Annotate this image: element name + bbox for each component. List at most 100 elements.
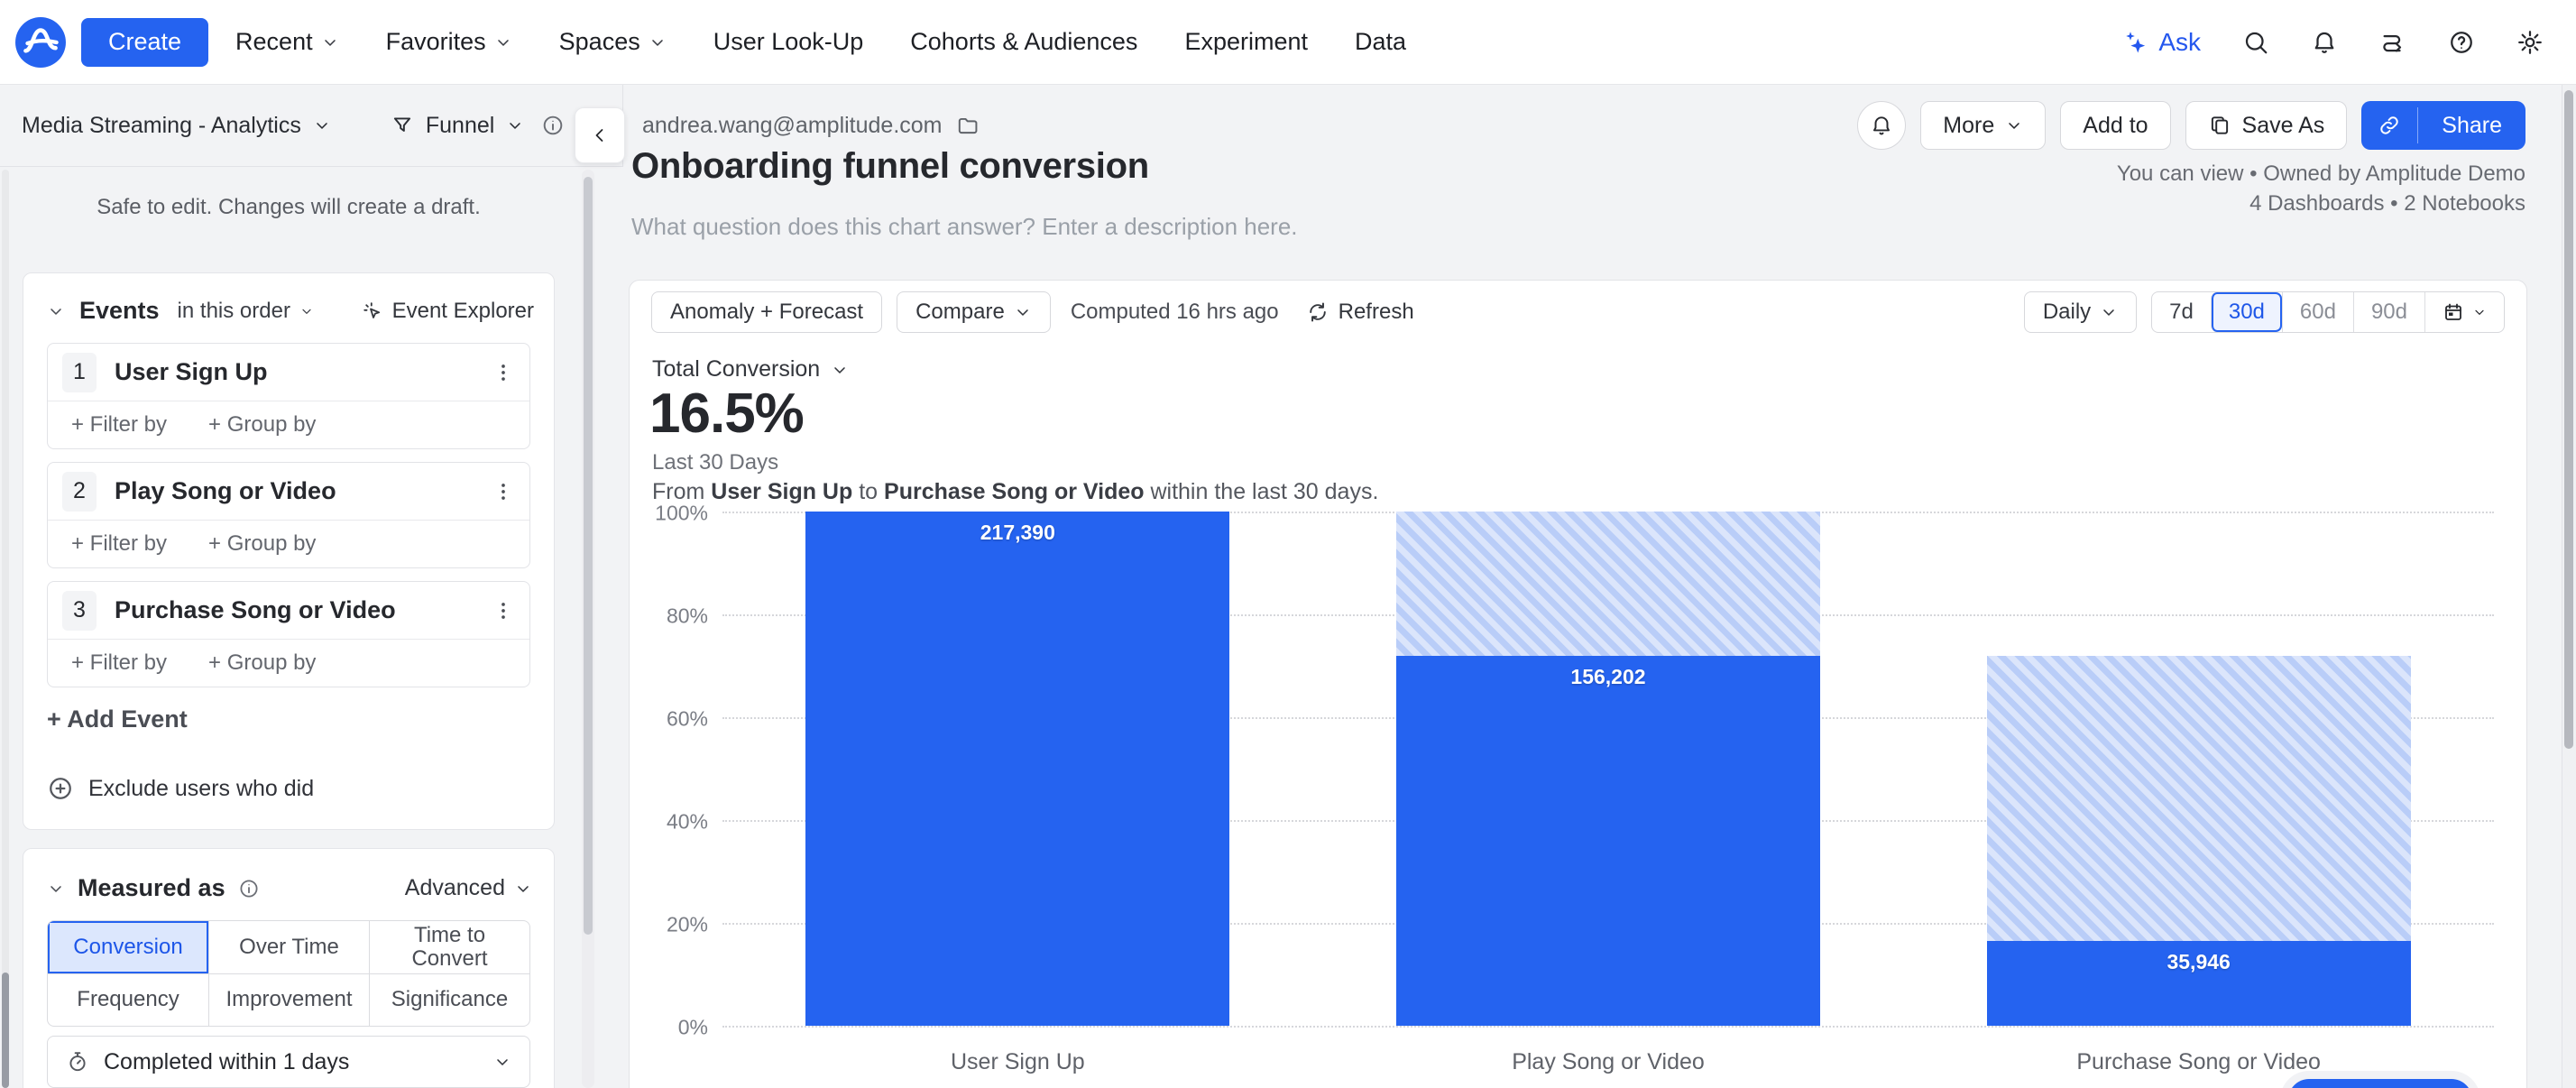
group-by-button[interactable]: + Group by [208, 531, 316, 557]
x-axis-label: Play Song or Video [1396, 1049, 1820, 1075]
left-scrollbar-track[interactable] [2, 170, 9, 1088]
nav-item-label: Spaces [559, 28, 640, 56]
exclude-users-button[interactable]: Exclude users who did [47, 775, 530, 802]
app-window: Create Recent Favorites Spaces User Look-Up… [0, 0, 2576, 1088]
nav-item-data[interactable]: Data [1355, 28, 1406, 56]
event-name: Play Song or Video [115, 477, 474, 505]
settings-gear-icon[interactable] [2516, 29, 2544, 56]
sidebar-scrollbar-thumb[interactable] [584, 177, 593, 935]
filter-by-button[interactable]: + Filter by [71, 412, 167, 438]
completed-within-selector[interactable]: Completed within 1 days [47, 1036, 530, 1088]
advanced-dropdown[interactable]: Advanced [405, 875, 532, 901]
measure-option-time-to-convert[interactable]: Time to Convert [369, 921, 529, 973]
subscribe-bell-button[interactable] [1857, 101, 1906, 150]
floating-action-button-partial[interactable] [2288, 1079, 2472, 1088]
more-button[interactable]: More [1920, 101, 2046, 150]
refresh-button[interactable]: Refresh [1306, 300, 1414, 325]
measure-option-conversion[interactable]: Conversion [48, 921, 208, 973]
chevron-left-icon [589, 124, 611, 146]
window-scrollbar-thumb[interactable] [2564, 90, 2573, 749]
measure-option-frequency[interactable]: Frequency [48, 973, 208, 1026]
ask-button[interactable]: Ask [2122, 28, 2201, 57]
kebab-menu-icon[interactable] [492, 599, 515, 622]
nav-item-experiment[interactable]: Experiment [1184, 28, 1308, 56]
kebab-menu-icon[interactable] [492, 361, 515, 384]
top-navbar: Create Recent Favorites Spaces User Look-Up… [0, 0, 2576, 85]
y-axis-tick: 60% [667, 707, 708, 732]
plus-circle-icon [47, 775, 74, 802]
create-button[interactable]: Create [81, 18, 208, 67]
add-to-button[interactable]: Add to [2060, 101, 2170, 150]
metric-type-label: Total Conversion [652, 356, 820, 383]
group-by-button[interactable]: + Group by [208, 412, 316, 438]
info-icon[interactable] [238, 878, 260, 899]
page-title[interactable]: Onboarding funnel conversion [631, 146, 1149, 187]
range-90d-button[interactable]: 90d [2353, 292, 2424, 332]
stopwatch-icon [66, 1050, 89, 1074]
range-60d-button[interactable]: 60d [2282, 292, 2353, 332]
add-to-label: Add to [2083, 113, 2148, 139]
nav-item-user-look-up[interactable]: User Look-Up [713, 28, 864, 56]
compare-button[interactable]: Compare [897, 291, 1051, 333]
amplitude-logo-icon[interactable] [14, 16, 67, 69]
measure-option-over-time[interactable]: Over Time [208, 921, 369, 973]
project-selector[interactable]: Media Streaming - Analytics [22, 113, 331, 139]
nav-item-label: Experiment [1184, 28, 1308, 56]
bar-value-label: 35,946 [1987, 950, 2411, 974]
collapse-sidebar-button[interactable] [575, 107, 625, 163]
nav-item-recent[interactable]: Recent [235, 28, 339, 56]
group-by-button[interactable]: + Group by [208, 650, 316, 676]
chart-type-selector[interactable]: Funnel [391, 113, 565, 139]
kebab-menu-icon[interactable] [492, 480, 515, 503]
chevron-down-icon [321, 33, 339, 51]
filter-by-button[interactable]: + Filter by [71, 650, 167, 676]
anomaly-forecast-button[interactable]: Anomaly + Forecast [651, 291, 882, 333]
chevron-down-icon [649, 33, 667, 51]
save-as-button[interactable]: Save As [2185, 101, 2348, 150]
help-icon[interactable] [2448, 29, 2475, 56]
event-explorer-button[interactable]: Event Explorer [362, 299, 534, 324]
left-scrollbar-thumb[interactable] [2, 973, 9, 1088]
range-7d-button[interactable]: 7d [2152, 292, 2211, 332]
measure-option-significance[interactable]: Significance [369, 973, 529, 1026]
advanced-label: Advanced [405, 875, 505, 901]
nav-item-label: Favorites [386, 28, 486, 56]
chevron-down-icon [299, 304, 314, 318]
nav-item-favorites[interactable]: Favorites [386, 28, 512, 56]
range-30d-button[interactable]: 30d [2211, 292, 2282, 332]
nav-item-cohorts-audiences[interactable]: Cohorts & Audiences [910, 28, 1137, 56]
cursor-click-icon [362, 300, 383, 322]
journeys-route-icon[interactable] [2379, 29, 2406, 56]
copy-link-button[interactable] [2361, 101, 2417, 150]
add-event-button[interactable]: + Add Event [47, 705, 530, 733]
notifications-bell-icon[interactable] [2311, 29, 2338, 56]
measure-option-improvement[interactable]: Improvement [208, 973, 369, 1026]
nav-item-spaces[interactable]: Spaces [559, 28, 667, 56]
filter-by-button[interactable]: + Filter by [71, 531, 167, 557]
event-row[interactable]: 2 Play Song or Video [48, 463, 529, 521]
custom-date-range-button[interactable] [2424, 292, 2504, 332]
event-order-dropdown[interactable]: in this order [178, 299, 314, 324]
link-icon [2378, 114, 2401, 137]
event-filter-row: + Filter by + Group by [48, 521, 529, 567]
search-icon[interactable] [2242, 29, 2269, 56]
desc-suffix: within the last 30 days. [1145, 479, 1379, 504]
funnel-bar-user-sign-up[interactable]: 217,390 [805, 512, 1229, 1026]
event-index-chip: 2 [62, 472, 97, 512]
funnel-bar-play-song-or-video[interactable]: 156,202 [1396, 512, 1820, 1026]
event-row[interactable]: 3Purchase Song or Video [48, 582, 529, 640]
info-icon[interactable] [541, 114, 565, 137]
event-row[interactable]: 1User Sign Up [48, 344, 529, 401]
chevron-down-icon[interactable] [47, 880, 65, 898]
share-button[interactable]: Share [2418, 101, 2525, 150]
header-actions: More Add to Save As Share [1857, 101, 2525, 150]
topnav-right: Ask [2122, 28, 2544, 57]
funnel-bar-purchase-song-or-video[interactable]: 35,946 [1987, 512, 2411, 1026]
interval-dropdown[interactable]: Daily [2024, 291, 2137, 333]
event-name: User Sign Up [115, 358, 474, 386]
chart-description-placeholder[interactable]: What question does this chart answer? En… [631, 213, 1298, 241]
save-as-label: Save As [2242, 113, 2325, 139]
chevron-down-icon[interactable] [47, 302, 65, 320]
event-name: Purchase Song or Video [115, 596, 474, 624]
metric-type-dropdown[interactable]: Total Conversion [652, 356, 849, 383]
